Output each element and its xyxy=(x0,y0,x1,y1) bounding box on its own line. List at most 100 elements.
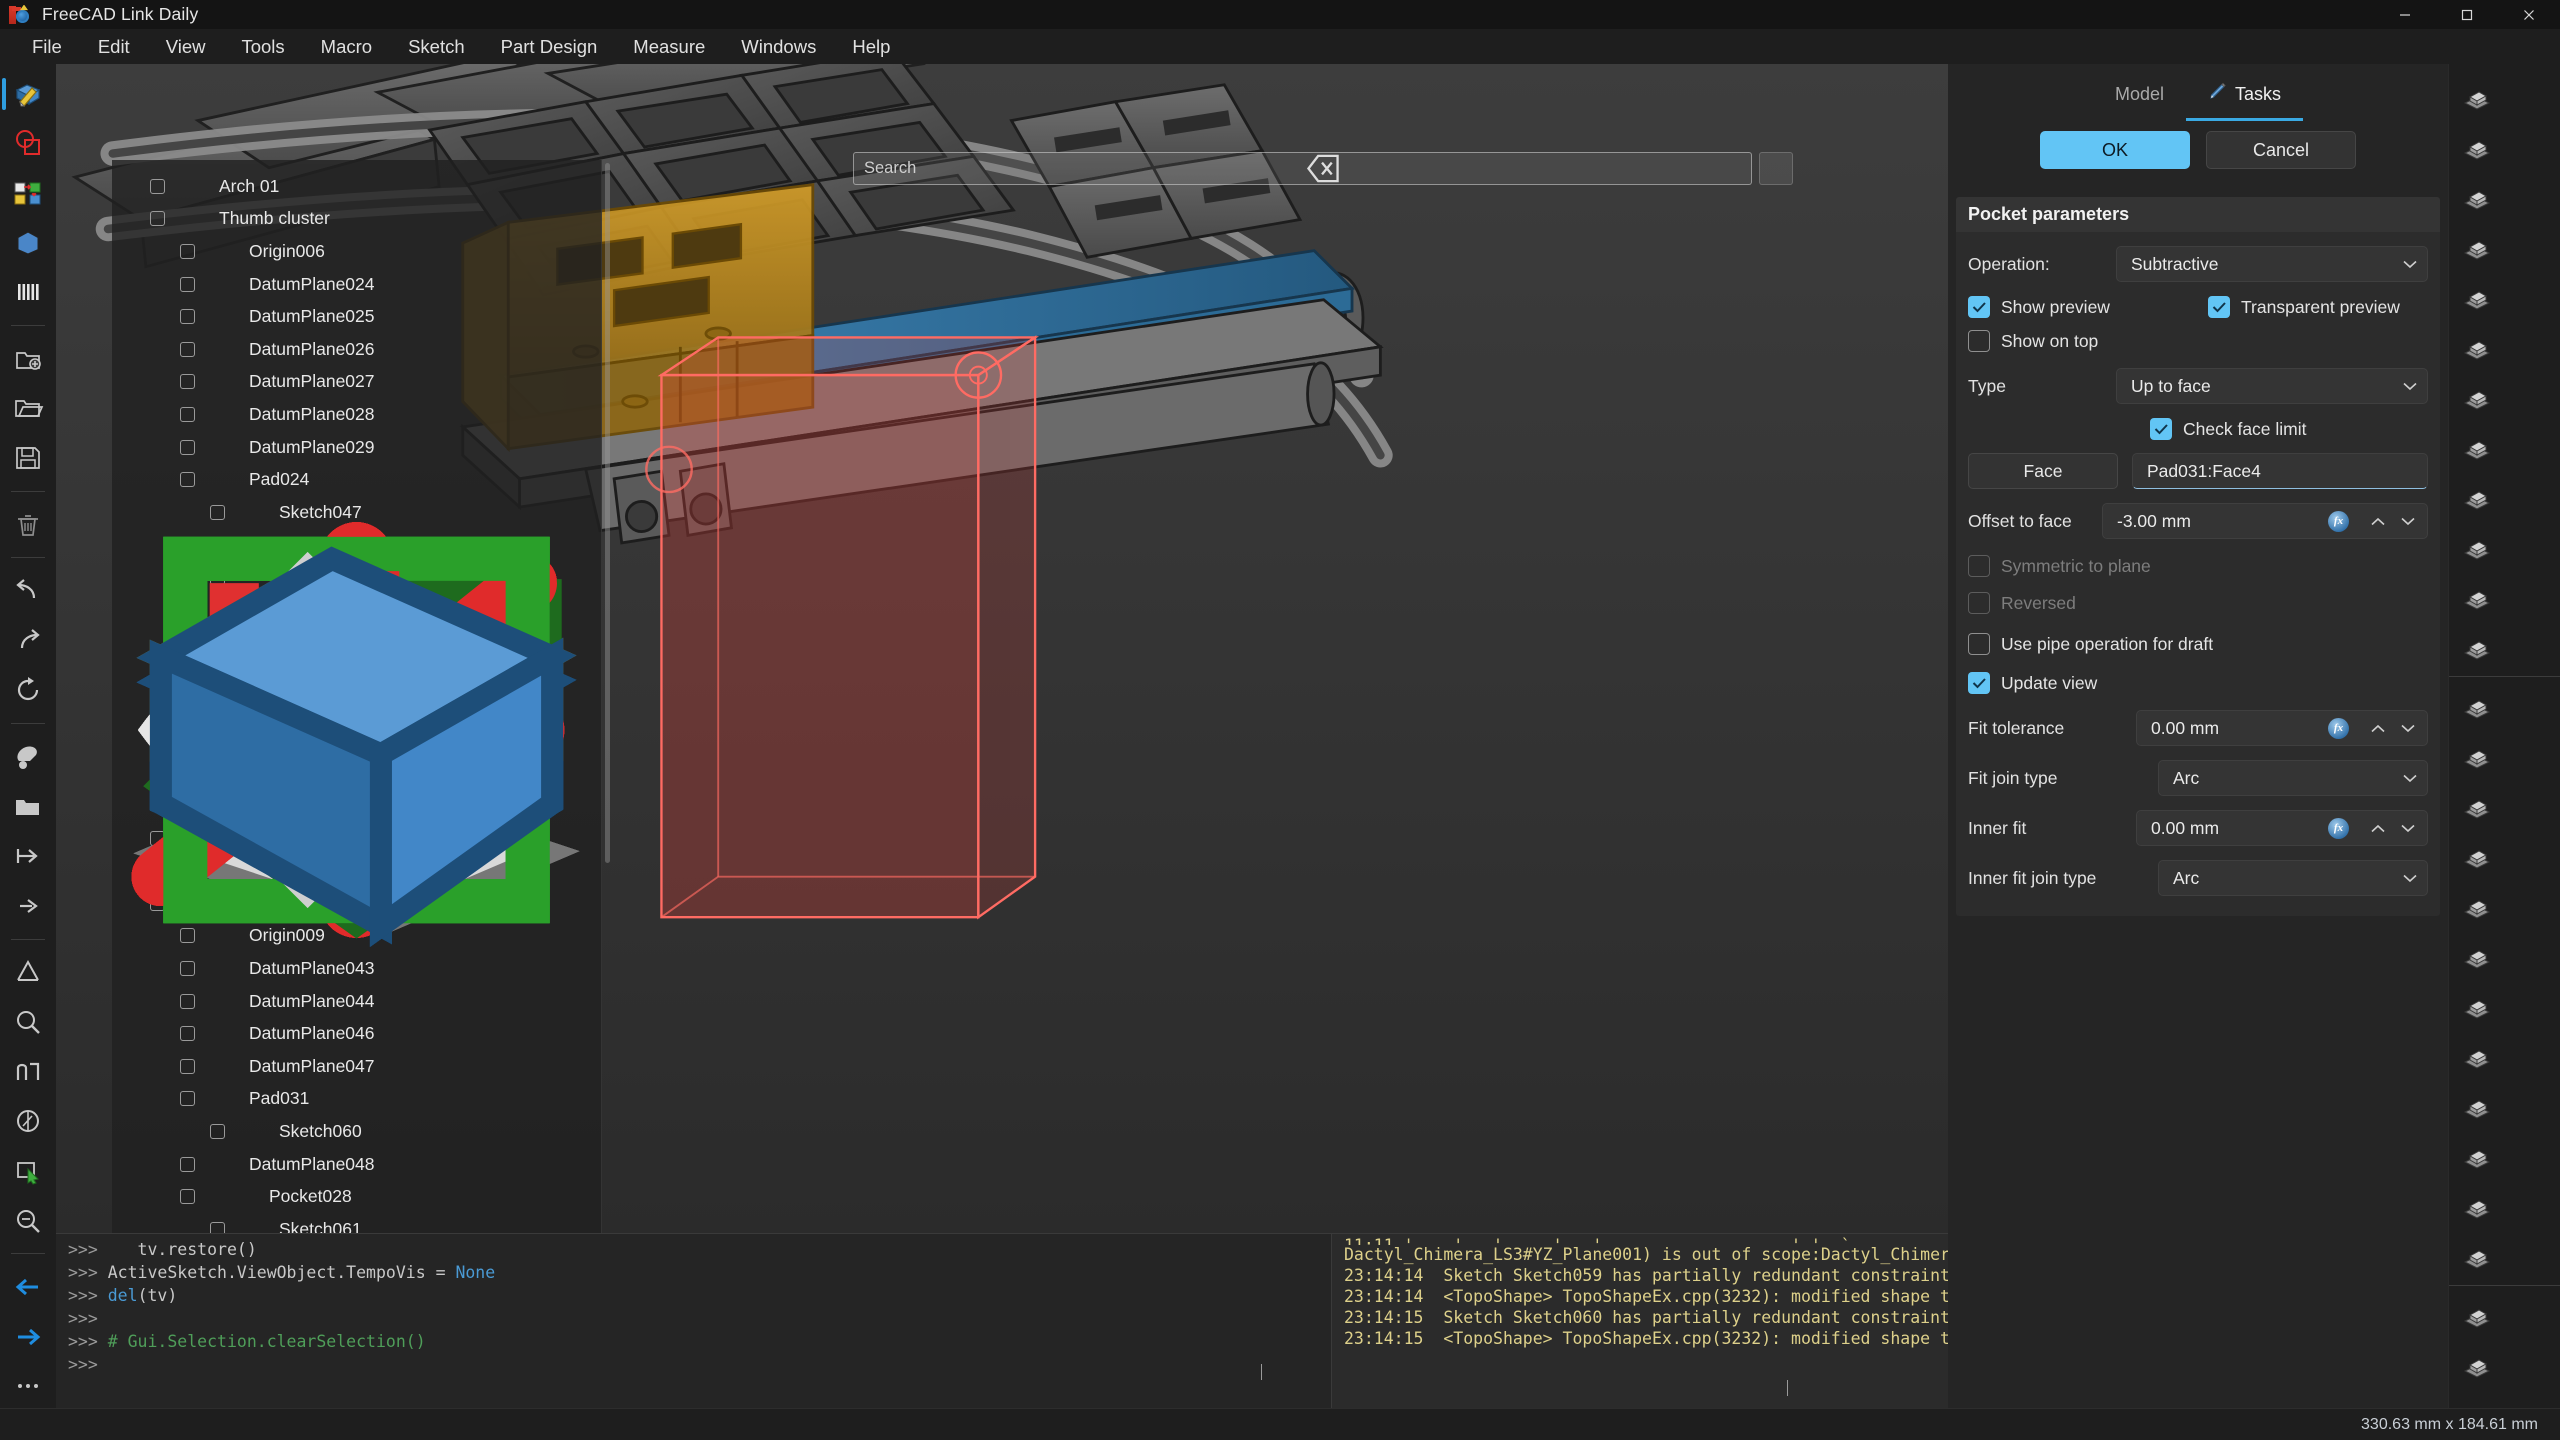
additive-box-button[interactable] xyxy=(2449,122,2505,172)
spin-down-icon[interactable] xyxy=(2395,508,2421,534)
sketch-geometry-button[interactable] xyxy=(6,122,50,166)
new-document-button[interactable] xyxy=(6,337,50,381)
selection-button[interactable] xyxy=(6,1149,50,1193)
snap-button[interactable] xyxy=(6,1050,50,1094)
close-button[interactable] xyxy=(2498,0,2560,29)
sketch-edit-button[interactable] xyxy=(2,72,50,116)
fillet-button[interactable] xyxy=(2449,681,2505,731)
folder-button[interactable] xyxy=(6,785,50,829)
paint-button[interactable] xyxy=(6,735,50,779)
redo-button[interactable] xyxy=(6,619,50,663)
refresh-button[interactable] xyxy=(6,669,50,713)
maximize-button[interactable] xyxy=(2436,0,2498,29)
report-view[interactable]: 11:11 ' . ' ,' . ' , ' _ _ ' ' ` Dactyl_… xyxy=(1331,1234,1948,1408)
measure-scale-button[interactable] xyxy=(6,270,50,314)
menu-part-design[interactable]: Part Design xyxy=(483,32,616,62)
minimize-button[interactable] xyxy=(2374,0,2436,29)
scaled-button[interactable] xyxy=(2449,1231,2505,1281)
additive-helix-button[interactable] xyxy=(2449,422,2505,472)
datum-line-button[interactable] xyxy=(2449,1340,2505,1390)
expression-fx-icon[interactable]: fx xyxy=(2328,817,2349,839)
check-face-limit-checkbox[interactable]: Check face limit xyxy=(2150,418,2307,440)
expression-fx-icon[interactable]: fx xyxy=(2328,510,2349,532)
3d-viewport[interactable]: Arch 01Thumb clusterOrigin006DatumPlane0… xyxy=(56,64,1948,1233)
mirrored-button[interactable] xyxy=(2449,1081,2505,1131)
menu-help[interactable]: Help xyxy=(834,32,908,62)
spin-up-icon[interactable] xyxy=(2365,715,2391,741)
show-on-top-checkbox[interactable]: Show on top xyxy=(1968,330,2098,352)
menu-file[interactable]: File xyxy=(14,32,80,62)
update-view-checkbox[interactable]: Update view xyxy=(1968,672,2097,694)
tab-model[interactable]: Model xyxy=(2093,72,2186,121)
export-button[interactable] xyxy=(6,834,50,878)
multi-transform-button[interactable] xyxy=(2449,272,2505,322)
part-box-button[interactable] xyxy=(6,221,50,265)
face-button[interactable]: Face xyxy=(1968,453,2118,489)
groove-button[interactable] xyxy=(2449,731,2505,781)
open-document-button[interactable] xyxy=(6,387,50,431)
fit-join-type-select[interactable]: Arc xyxy=(2158,760,2428,796)
expression-fx-icon[interactable]: fx xyxy=(2328,717,2349,739)
offset-to-face-spinbox[interactable]: -3.00 mm fx xyxy=(2102,503,2428,539)
fit-tolerance-spinbox[interactable]: 0.00 mm fx xyxy=(2136,710,2428,746)
delete-button[interactable] xyxy=(6,503,50,547)
back-arrow-button[interactable] xyxy=(6,1265,50,1309)
menu-view[interactable]: View xyxy=(148,32,224,62)
additive-loft-button[interactable] xyxy=(2449,222,2505,272)
inner-fit-spinbox[interactable]: 0.00 mm fx xyxy=(2136,810,2428,846)
ok-button[interactable]: OK xyxy=(2040,131,2190,169)
chamfer-button[interactable] xyxy=(2449,781,2505,831)
additive-pipe-button[interactable] xyxy=(2449,322,2505,372)
cancel-button[interactable]: Cancel xyxy=(2206,131,2356,169)
model-tree-panel[interactable]: Arch 01 Thumb cluster Origin006 DatumPlane0… xyxy=(112,160,602,1233)
hole-button[interactable] xyxy=(2449,831,2505,881)
operation-select[interactable]: Subtractive xyxy=(2116,246,2428,282)
menu-tools[interactable]: Tools xyxy=(223,32,302,62)
spin-up-icon[interactable] xyxy=(2365,508,2391,534)
python-console[interactable]: >>> tv.restore() >>> ActiveSketch.ViewObj… xyxy=(56,1234,1331,1408)
draft-button[interactable] xyxy=(2449,881,2505,931)
thickness-button[interactable] xyxy=(2449,981,2505,1031)
loft-button[interactable] xyxy=(2449,1031,2505,1081)
search-clear-icon[interactable] xyxy=(1306,152,1793,185)
tab-tasks[interactable]: Tasks xyxy=(2186,72,2304,121)
spin-up-icon[interactable] xyxy=(2365,815,2391,841)
zoom-box-button[interactable] xyxy=(6,1000,50,1044)
menu-windows[interactable]: Windows xyxy=(723,32,834,62)
subtractive-box-button[interactable] xyxy=(2449,622,2505,672)
pattern-button[interactable] xyxy=(2449,572,2505,622)
menu-sketch[interactable]: Sketch xyxy=(390,32,483,62)
subtractive-pipe-button[interactable] xyxy=(2449,522,2505,572)
measure-scale-icon xyxy=(12,276,44,308)
revolution-button[interactable] xyxy=(2449,931,2505,981)
pocket-button[interactable] xyxy=(2449,172,2505,222)
zoom-fit-button[interactable] xyxy=(6,1199,50,1243)
save-document-button[interactable] xyxy=(6,436,50,480)
menu-measure[interactable]: Measure xyxy=(615,32,723,62)
pad-button[interactable] xyxy=(2449,72,2505,122)
face-field[interactable]: Pad031:Face4 xyxy=(2132,453,2428,489)
polar-pattern-button[interactable] xyxy=(2449,1181,2505,1231)
overflow-button[interactable] xyxy=(6,1365,50,1409)
boolean-button[interactable] xyxy=(2449,472,2505,522)
use-pipe-checkbox[interactable]: Use pipe operation for draft xyxy=(1968,633,2213,655)
sketch-validate-button[interactable] xyxy=(6,171,50,215)
type-select[interactable]: Up to face xyxy=(2116,368,2428,404)
linear-pattern-button[interactable] xyxy=(2449,1131,2505,1181)
measure-tool-button[interactable] xyxy=(6,951,50,995)
show-preview-checkbox[interactable]: Show preview xyxy=(1968,296,2208,318)
inner-fit-join-type-select[interactable]: Arc xyxy=(2158,860,2428,896)
menu-macro[interactable]: Macro xyxy=(303,32,390,62)
menu-edit[interactable]: Edit xyxy=(80,32,148,62)
link-button[interactable] xyxy=(6,884,50,928)
undo-button[interactable] xyxy=(6,569,50,613)
expression-button[interactable] xyxy=(2449,372,2505,422)
navigation-button[interactable] xyxy=(6,1100,50,1144)
operation-value: Subtractive xyxy=(2131,253,2219,274)
spin-down-icon[interactable] xyxy=(2395,715,2421,741)
forward-arrow-button[interactable] xyxy=(6,1315,50,1359)
transparent-preview-checkbox[interactable]: Transparent preview xyxy=(2208,296,2400,318)
tree-vertical-scrollbar[interactable] xyxy=(604,160,611,1233)
datum-point-button[interactable] xyxy=(2449,1290,2505,1340)
spin-down-icon[interactable] xyxy=(2395,815,2421,841)
